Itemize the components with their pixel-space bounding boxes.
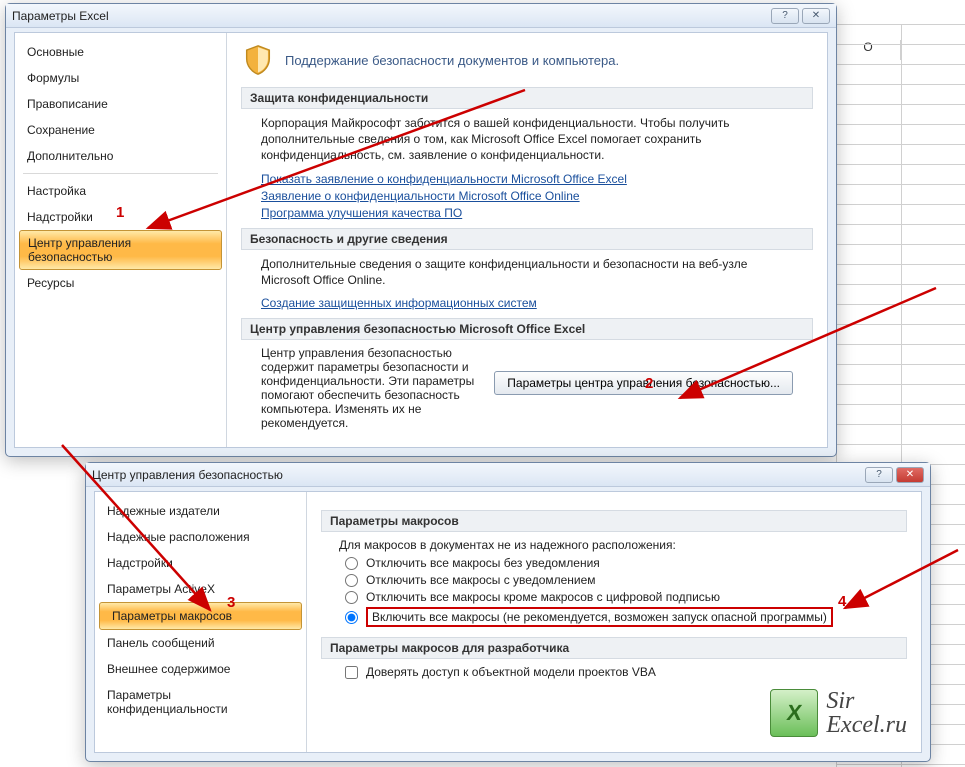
radio-enable-all-label[interactable]: Включить все макросы (не рекомендуется, …: [372, 610, 827, 624]
titlebar[interactable]: Параметры Excel ? ✕: [6, 4, 836, 28]
content-header: Поддержание безопасности документов и ко…: [285, 53, 619, 68]
section-privacy: Защита конфиденциальности: [241, 87, 813, 109]
radio-disable-notify-label[interactable]: Отключить все макросы с уведомлением: [366, 573, 596, 587]
link-secure-systems[interactable]: Создание защищенных информационных систе…: [261, 296, 793, 310]
nav-save[interactable]: Сохранение: [15, 117, 226, 143]
security-text: Дополнительные сведения о защите конфиде…: [261, 256, 793, 288]
radio-disable-no-notify-label[interactable]: Отключить все макросы без уведомления: [366, 556, 600, 570]
highlight-box: Включить все макросы (не рекомендуется, …: [366, 607, 833, 627]
shield-icon: [241, 43, 275, 77]
help-button[interactable]: ?: [771, 8, 799, 24]
trustcenter-content: Параметры макросов Для макросов в докуме…: [307, 492, 921, 752]
nav-resources[interactable]: Ресурсы: [15, 270, 226, 296]
nav-privacy-options[interactable]: Параметры конфиденциальности: [95, 682, 306, 722]
nav-general[interactable]: Основные: [15, 39, 226, 65]
link-privacy-statement[interactable]: Показать заявление о конфиденциальности …: [261, 172, 793, 186]
trust-center-settings-button[interactable]: Параметры центра управления безопасность…: [494, 371, 793, 395]
help-button[interactable]: ?: [865, 467, 893, 483]
section-developer-macros: Параметры макросов для разработчика: [321, 637, 907, 659]
close-button[interactable]: ✕: [802, 8, 830, 24]
nav-macro-settings[interactable]: Параметры макросов: [99, 602, 302, 630]
dialog-title: Центр управления безопасностью: [92, 468, 862, 482]
checkbox-trust-vba-label[interactable]: Доверять доступ к объектной модели проек…: [366, 665, 656, 679]
link-online-privacy[interactable]: Заявление о конфиденциальности Microsoft…: [261, 189, 793, 203]
radio-disable-notify[interactable]: [345, 574, 358, 587]
nav-external-content[interactable]: Внешнее содержимое: [95, 656, 306, 682]
nav-customize[interactable]: Настройка: [15, 178, 226, 204]
section-macro-settings: Параметры макросов: [321, 510, 907, 532]
titlebar[interactable]: Центр управления безопасностью ? ✕: [86, 463, 930, 487]
options-nav: Основные Формулы Правописание Сохранение…: [15, 33, 227, 447]
radio-disable-except-signed[interactable]: [345, 591, 358, 604]
radio-enable-all[interactable]: [345, 611, 358, 624]
checkbox-trust-vba[interactable]: [345, 666, 358, 679]
dialog-title: Параметры Excel: [12, 9, 768, 23]
radio-disable-except-signed-label[interactable]: Отключить все макросы кроме макросов с ц…: [366, 590, 720, 604]
link-ceip[interactable]: Программа улучшения качества ПО: [261, 206, 793, 220]
options-content: Поддержание безопасности документов и ко…: [227, 33, 827, 447]
nav-trust-center[interactable]: Центр управления безопасностью: [19, 230, 222, 270]
nav-proofing[interactable]: Правописание: [15, 91, 226, 117]
trustcenter-text: Центр управления безопасностью содержит …: [261, 346, 474, 430]
section-trustcenter: Центр управления безопасностью Microsoft…: [241, 318, 813, 340]
nav-advanced[interactable]: Дополнительно: [15, 143, 226, 169]
radio-disable-no-notify[interactable]: [345, 557, 358, 570]
trustcenter-nav: Надежные издатели Надежные расположения …: [95, 492, 307, 752]
nav-activex[interactable]: Параметры ActiveX: [95, 576, 306, 602]
section-security: Безопасность и другие сведения: [241, 228, 813, 250]
trust-center-dialog: Центр управления безопасностью ? ✕ Надеж…: [85, 462, 931, 762]
nav-formulas[interactable]: Формулы: [15, 65, 226, 91]
excel-options-dialog: Параметры Excel ? ✕ Основные Формулы Пра…: [5, 3, 837, 457]
nav-addins[interactable]: Надстройки: [95, 550, 306, 576]
nav-addins[interactable]: Надстройки: [15, 204, 226, 230]
macros-intro: Для макросов в документах не из надежног…: [339, 538, 903, 552]
nav-trusted-publishers[interactable]: Надежные издатели: [95, 498, 306, 524]
close-button[interactable]: ✕: [896, 467, 924, 483]
privacy-text: Корпорация Майкрософт заботится о вашей …: [261, 115, 793, 164]
macro-radio-group: Отключить все макросы без уведомления От…: [345, 556, 907, 627]
nav-trusted-locations[interactable]: Надежные расположения: [95, 524, 306, 550]
nav-message-bar[interactable]: Панель сообщений: [95, 630, 306, 656]
